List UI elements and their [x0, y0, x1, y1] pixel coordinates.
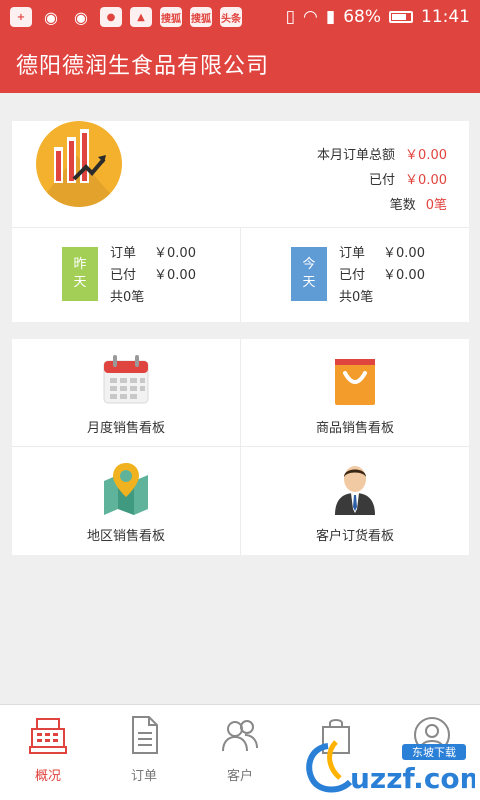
- yesterday-summary: 昨 天 订单 ￥0.00 已付 ￥0.00 共0笔: [12, 227, 240, 322]
- yesterday-total-count: 共0笔: [110, 290, 145, 305]
- monthly-sales-board-button[interactable]: 月度销售看板: [12, 339, 240, 447]
- watermark-badge: 东坡下载: [412, 746, 456, 759]
- nav-orders[interactable]: 订单: [96, 705, 192, 800]
- today-order-value: ￥0.00: [383, 246, 425, 261]
- month-paid-label: 已付: [369, 173, 396, 188]
- yesterday-lines: 订单 ￥0.00 已付 ￥0.00 共0笔: [110, 243, 196, 309]
- map-icon: [104, 463, 148, 515]
- monthly-sales-board-label: 月度销售看板: [86, 421, 165, 436]
- customer-orders-board-label: 客户订货看板: [315, 529, 394, 544]
- company-title: 德阳德润生食品有限公司: [16, 53, 270, 79]
- today-lines: 订单 ￥0.00 已付 ￥0.00 共0笔: [339, 243, 425, 309]
- watermark-text: uzzf.com: [350, 762, 475, 794]
- month-total-row: 本月订单总额 ￥0.00: [317, 143, 447, 168]
- battery-percent: 68%: [343, 7, 381, 27]
- sougou-icon: 搜狐: [160, 7, 182, 27]
- month-count-label: 笔数: [389, 198, 416, 213]
- yesterday-order-row: 订单 ￥0.00: [110, 243, 196, 265]
- today-summary: 今 天 订单 ￥0.00 已付 ￥0.00 共0笔: [241, 227, 469, 322]
- product-sales-board-button[interactable]: 商品销售看板: [241, 339, 469, 447]
- month-total-label: 本月订单总额: [317, 148, 396, 163]
- sales-chart-logo-icon: [36, 121, 122, 207]
- calendar-icon: [103, 355, 149, 404]
- month-count-row: 笔数 0笔: [317, 193, 447, 218]
- month-paid-row: 已付 ￥0.00: [317, 168, 447, 193]
- status-bar-notifications: + ◉ ◉ ● ▲ 搜狐 搜狐 头条: [10, 7, 242, 27]
- vibrate-icon: ▯: [285, 7, 295, 27]
- shopping-bag-icon: [335, 359, 375, 405]
- today-badge: 今 天: [291, 247, 327, 301]
- summary-card: 本月订单总额 ￥0.00 已付 ￥0.00 笔数 0笔 昨 天 订单 ￥0.00…: [12, 121, 469, 322]
- document-icon: [132, 716, 158, 754]
- wifi-icon: ◠: [303, 7, 318, 27]
- nav-customers-label: 客户: [226, 769, 253, 784]
- region-sales-board-label: 地区销售看板: [86, 529, 165, 544]
- yesterday-paid-row: 已付 ￥0.00: [110, 265, 196, 287]
- today-total-count: 共0笔: [339, 290, 374, 305]
- weibo-icon: ◉: [74, 7, 88, 27]
- yesterday-order-value: ￥0.00: [154, 246, 196, 261]
- nav-orders-label: 订单: [130, 769, 157, 784]
- nav-overview-label: 概况: [34, 769, 61, 784]
- sougou-icon: 搜狐: [190, 7, 212, 27]
- product-sales-board-label: 商品销售看板: [315, 421, 394, 436]
- boards-grid: 月度销售看板 商品销售看板 地区销售看板 客户订货看板: [12, 339, 469, 555]
- upload-icon: ▲: [130, 7, 152, 27]
- clock: 11:41: [421, 7, 470, 27]
- month-total-value: ￥0.00: [405, 148, 447, 163]
- month-paid-value: ￥0.00: [405, 173, 447, 188]
- month-count-value: 0笔: [425, 198, 447, 213]
- customer-orders-board-button[interactable]: 客户订货看板: [241, 447, 469, 555]
- plus-icon: +: [10, 7, 32, 27]
- today-badge-line1: 今: [302, 257, 316, 272]
- today-paid-row: 已付 ￥0.00: [339, 265, 425, 287]
- today-paid-value: ￥0.00: [383, 268, 425, 283]
- yesterday-paid-label: 已付: [110, 268, 137, 283]
- yesterday-order-label: 订单: [110, 246, 137, 261]
- today-order-label: 订单: [339, 246, 366, 261]
- cash-register-icon: [29, 718, 67, 754]
- nav-overview[interactable]: 概况: [0, 705, 96, 800]
- app-icon: ●: [100, 7, 122, 27]
- today-badge-line2: 天: [302, 275, 316, 290]
- sim-icon: ▮: [325, 7, 336, 27]
- nav-customers[interactable]: 客户: [192, 705, 288, 800]
- customer-icon: [335, 466, 375, 515]
- yesterday-badge-line1: 昨: [73, 257, 87, 272]
- yesterday-badge-line2: 天: [73, 275, 87, 290]
- battery-icon: [389, 11, 413, 23]
- app-bar: 德阳德润生食品有限公司: [0, 34, 480, 93]
- yesterday-paid-value: ￥0.00: [154, 268, 196, 283]
- weibo-icon: ◉: [44, 7, 58, 27]
- today-order-row: 订单 ￥0.00: [339, 243, 425, 265]
- users-icon: [222, 720, 258, 752]
- region-sales-board-button[interactable]: 地区销售看板: [12, 447, 240, 555]
- status-bar: + ◉ ◉ ● ▲ 搜狐 搜狐 头条 ▯ ◠ ▮ 68% 11:41: [0, 0, 480, 34]
- status-bar-system: ▯ ◠ ▮ 68% 11:41: [286, 7, 470, 27]
- yesterday-badge: 昨 天: [62, 247, 98, 301]
- watermark-logo: 东坡下载 uzzf.com: [306, 740, 475, 794]
- news-icon: 头条: [220, 7, 242, 27]
- month-summary: 本月订单总额 ￥0.00 已付 ￥0.00 笔数 0笔: [317, 143, 447, 218]
- today-paid-label: 已付: [339, 268, 366, 283]
